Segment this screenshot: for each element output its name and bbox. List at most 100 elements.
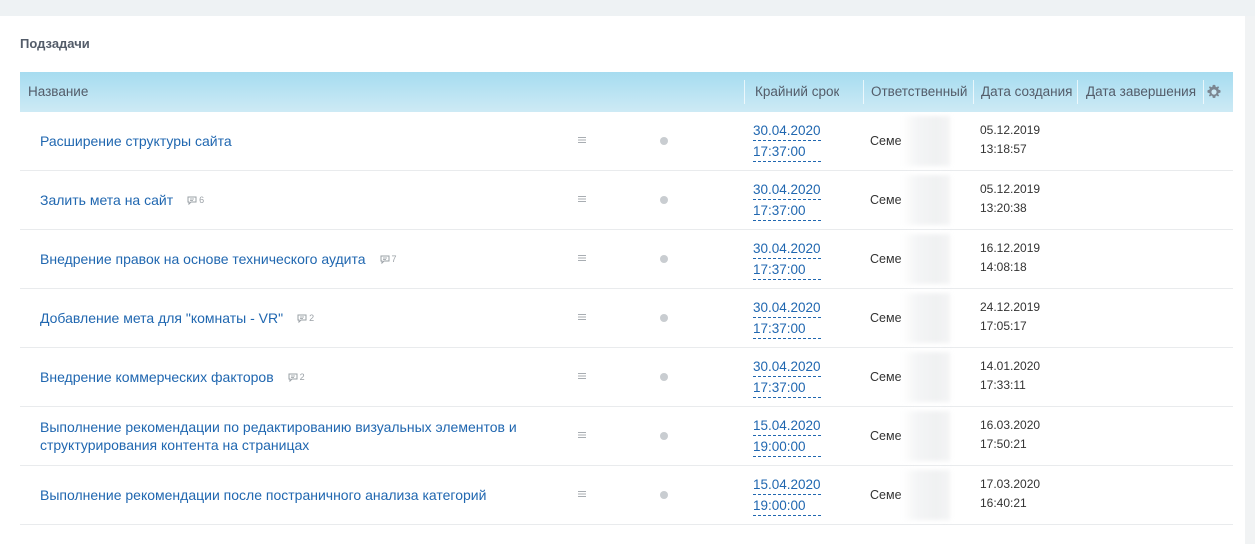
menu-lines-icon[interactable] — [577, 430, 587, 440]
task-cell: Расширение структуры сайта — [40, 112, 560, 170]
deadline-time[interactable]: 17:37:00 — [753, 260, 821, 280]
responsible-name[interactable]: Семе — [870, 348, 902, 406]
created-time: 17:05:17 — [980, 319, 1027, 333]
comments-counter[interactable]: 6 — [187, 191, 204, 209]
menu-lines-icon[interactable] — [577, 312, 587, 322]
created-cell: 24.12.2019 17:05:17 — [980, 298, 1040, 336]
comments-counter[interactable]: 2 — [288, 368, 305, 386]
deadline-date[interactable]: 30.04.2020 — [753, 298, 821, 318]
status-dot-icon — [660, 255, 668, 263]
column-header-responsible[interactable]: Ответственный — [871, 72, 967, 112]
deadline-cell[interactable]: 15.04.2020 19:00:00 — [753, 416, 823, 458]
created-cell: 17.03.2020 16:40:21 — [980, 475, 1040, 513]
redacted-area — [902, 352, 950, 402]
task-title-link[interactable]: Внедрение коммерческих факторов — [40, 368, 274, 386]
task-cell: Выполнение рекомендации после постраничн… — [40, 466, 560, 524]
created-date: 24.12.2019 — [980, 300, 1041, 314]
column-header-completed[interactable]: Дата завершения — [1086, 72, 1196, 112]
status-dot-icon — [660, 314, 668, 322]
task-title-link[interactable]: Внедрение правок на основе технического … — [40, 250, 366, 268]
deadline-cell[interactable]: 30.04.2020 17:37:00 — [753, 298, 823, 340]
table-row: Расширение структуры сайта 30.04.2020 17… — [20, 112, 1233, 171]
comments-counter[interactable]: 2 — [297, 309, 314, 327]
table-row: Внедрение коммерческих факторов 2 30.04.… — [20, 348, 1233, 407]
column-header-name[interactable]: Название — [28, 72, 88, 112]
task-cell: Добавление мета для "комнаты - VR" 2 — [40, 289, 560, 347]
comments-count: 2 — [299, 372, 305, 382]
redacted-area — [902, 470, 950, 520]
task-title-link[interactable]: Залить мета на сайт — [40, 191, 173, 209]
deadline-time[interactable]: 17:37:00 — [753, 201, 821, 221]
created-time: 13:18:57 — [980, 142, 1027, 156]
responsible-name[interactable]: Семе — [870, 289, 902, 347]
deadline-date[interactable]: 15.04.2020 — [753, 475, 821, 495]
table-row: Выполнение рекомендации после постраничн… — [20, 466, 1233, 525]
menu-lines-icon[interactable] — [577, 135, 587, 145]
task-cell: Залить мета на сайт 6 — [40, 171, 560, 229]
deadline-time[interactable]: 17:37:00 — [753, 319, 821, 339]
status-dot-icon — [660, 137, 668, 145]
column-header-deadline[interactable]: Крайний срок — [755, 72, 839, 112]
table-header: Название Крайний срок Ответственный Дата… — [20, 72, 1233, 112]
responsible-name[interactable]: Семе — [870, 112, 902, 170]
created-cell: 16.03.2020 17:50:21 — [980, 416, 1040, 454]
column-header-created[interactable]: Дата создания — [981, 72, 1073, 112]
deadline-date[interactable]: 15.04.2020 — [753, 416, 821, 436]
comment-icon — [380, 255, 390, 264]
deadline-time[interactable]: 17:37:00 — [753, 142, 821, 162]
comments-counter[interactable]: 7 — [380, 250, 397, 268]
redacted-area — [902, 293, 950, 343]
created-cell: 16.12.2019 14:08:18 — [980, 239, 1040, 277]
task-title-link[interactable]: Добавление мета для "комнаты - VR" — [40, 309, 283, 327]
menu-lines-icon[interactable] — [577, 194, 587, 204]
comment-icon — [297, 314, 307, 323]
status-dot-icon — [660, 196, 668, 204]
section-title: Подзадачи — [20, 36, 90, 51]
task-cell: Внедрение коммерческих факторов 2 — [40, 348, 560, 406]
menu-lines-icon[interactable] — [577, 489, 587, 499]
responsible-name[interactable]: Семе — [870, 171, 902, 229]
comments-count: 6 — [199, 195, 205, 205]
task-title-link[interactable]: Выполнение рекомендации после постраничн… — [40, 486, 486, 504]
comments-count: 2 — [309, 313, 315, 323]
created-time: 13:20:38 — [980, 201, 1027, 215]
created-date: 16.12.2019 — [980, 241, 1041, 255]
task-title-link[interactable]: Расширение структуры сайта — [40, 132, 232, 150]
menu-lines-icon[interactable] — [577, 253, 587, 263]
gear-icon[interactable] — [1206, 84, 1222, 100]
created-date: 14.01.2020 — [980, 359, 1041, 373]
redacted-area — [902, 234, 950, 284]
task-cell: Выполнение рекомендации по редактировани… — [40, 407, 560, 465]
created-time: 16:40:21 — [980, 496, 1027, 510]
task-title-link[interactable]: Выполнение рекомендации по редактировани… — [40, 418, 560, 454]
created-date: 05.12.2019 — [980, 182, 1041, 196]
scrollbar-track[interactable] — [1245, 16, 1255, 544]
status-dot-icon — [660, 432, 668, 440]
table-row: Залить мета на сайт 6 30.04.2020 17:37:0… — [20, 171, 1233, 230]
deadline-time[interactable]: 17:37:00 — [753, 378, 821, 398]
column-divider — [744, 80, 745, 104]
deadline-time[interactable]: 19:00:00 — [753, 437, 821, 457]
deadline-date[interactable]: 30.04.2020 — [753, 357, 821, 377]
status-dot-icon — [660, 491, 668, 499]
table-row: Добавление мета для "комнаты - VR" 2 30.… — [20, 289, 1233, 348]
comment-icon — [187, 196, 197, 205]
created-time: 17:33:11 — [980, 378, 1026, 392]
responsible-name[interactable]: Семе — [870, 230, 902, 288]
responsible-name[interactable]: Семе — [870, 407, 902, 465]
deadline-cell[interactable]: 15.04.2020 19:00:00 — [753, 475, 823, 517]
deadline-cell[interactable]: 30.04.2020 17:37:00 — [753, 357, 823, 399]
responsible-name[interactable]: Семе — [870, 466, 902, 524]
deadline-time[interactable]: 19:00:00 — [753, 496, 821, 516]
status-dot-icon — [660, 373, 668, 381]
deadline-cell[interactable]: 30.04.2020 17:37:00 — [753, 180, 823, 222]
deadline-date[interactable]: 30.04.2020 — [753, 239, 821, 259]
created-cell: 05.12.2019 13:18:57 — [980, 121, 1040, 159]
created-date: 05.12.2019 — [980, 123, 1041, 137]
deadline-cell[interactable]: 30.04.2020 17:37:00 — [753, 239, 823, 281]
created-date: 16.03.2020 — [980, 418, 1041, 432]
menu-lines-icon[interactable] — [577, 371, 587, 381]
deadline-date[interactable]: 30.04.2020 — [753, 180, 821, 200]
deadline-cell[interactable]: 30.04.2020 17:37:00 — [753, 121, 823, 163]
deadline-date[interactable]: 30.04.2020 — [753, 121, 821, 141]
